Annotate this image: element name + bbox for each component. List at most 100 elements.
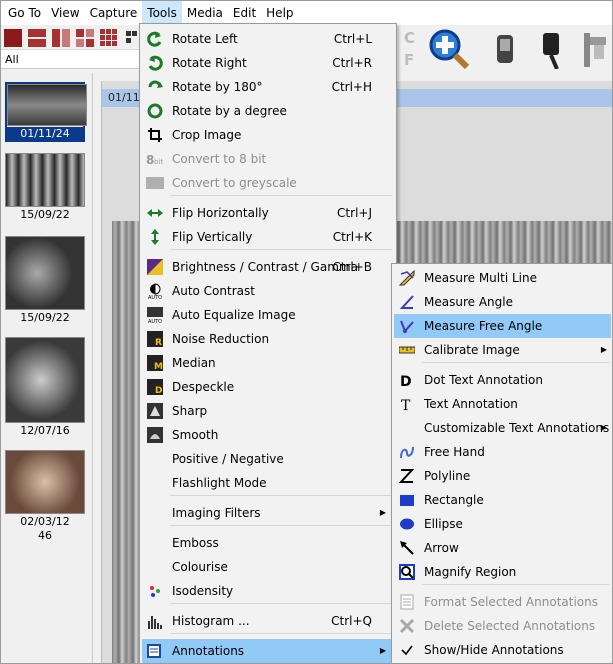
tools-menu-item-label: Flip Vertically xyxy=(172,230,253,244)
thumbnail-item[interactable]: 15/09/22 xyxy=(5,236,85,324)
svg-text:T: T xyxy=(401,398,411,412)
tools-menu-item[interactable]: Flip Horizontally Ctrl+J xyxy=(142,201,394,225)
menu-separator xyxy=(422,362,610,363)
tools-menu-item[interactable]: Convert to greyscale xyxy=(142,171,394,195)
annotations-menu-item[interactable]: D Dot Text Annotation xyxy=(394,368,611,392)
annotations-menu-item[interactable]: Measure Free Angle xyxy=(394,314,611,338)
annotations-menu-item[interactable]: Show/Hide Annotations xyxy=(394,638,611,662)
menu-media[interactable]: Media xyxy=(182,1,228,25)
tools-menu-item[interactable]: Rotate Right Ctrl+R xyxy=(142,51,394,75)
annotations-menu-item-label: Show/Hide Annotations xyxy=(424,643,564,657)
tools-menu-item-label: Auto Contrast xyxy=(172,284,255,298)
crop-icon xyxy=(146,126,164,144)
tools-menu-item[interactable]: Sharp xyxy=(142,399,394,423)
annotations-menu-item[interactable]: Delete Selected Annotations xyxy=(394,614,611,638)
menu-separator xyxy=(170,633,392,634)
dot-text-icon: D xyxy=(398,371,416,389)
menu-help[interactable]: Help xyxy=(261,1,298,25)
arrow-icon xyxy=(398,539,416,557)
tools-menu-item[interactable]: Flip Vertically Ctrl+K xyxy=(142,225,394,249)
tools-menu-item[interactable]: Rotate Left Ctrl+L xyxy=(142,27,394,51)
tools-menu-item[interactable]: AUTO Auto Contrast xyxy=(142,279,394,303)
tools-menu-item[interactable]: Positive / Negative xyxy=(142,447,394,471)
rotate-left-icon xyxy=(146,30,164,48)
thumbnail-item[interactable]: 15/09/22 xyxy=(5,153,85,221)
tools-menu-item-label: Rotate by 180° xyxy=(172,80,263,94)
tools-menu-item[interactable]: Rotate by a degree xyxy=(142,99,394,123)
svg-text:D: D xyxy=(400,374,412,388)
menu-separator xyxy=(170,495,392,496)
svg-text:bit: bit xyxy=(154,158,163,166)
tools-menu-item[interactable]: Flashlight Mode xyxy=(142,471,394,495)
layout-3x3-icon[interactable] xyxy=(100,29,118,47)
tools-menu-item-shortcut: Ctrl+J xyxy=(337,206,372,220)
layout-more-icon[interactable] xyxy=(126,29,140,47)
svg-text:AUTO: AUTO xyxy=(148,319,162,323)
menu-separator xyxy=(170,603,392,604)
tools-menu-item[interactable]: Histogram ... Ctrl+Q xyxy=(142,609,394,633)
layout-1x1-icon[interactable] xyxy=(4,29,22,47)
tools-menu-item[interactable]: Brightness / Contrast / Gamma Ctrl+B xyxy=(142,255,394,279)
annotations-menu-item[interactable]: Format Selected Annotations xyxy=(394,590,611,614)
thumbnail-item[interactable]: 12/07/16 xyxy=(5,337,85,437)
annotations-menu-item[interactable]: Calibrate Image ▶ xyxy=(394,338,611,362)
intraoral-sensor-icon[interactable] xyxy=(531,27,573,71)
annotations-menu-item[interactable]: Measure Angle xyxy=(394,290,611,314)
measure-multi-line-icon xyxy=(398,269,416,287)
tools-menu-item[interactable]: Smooth xyxy=(142,423,394,447)
tools-menu-item[interactable]: Isodensity xyxy=(142,579,394,603)
annotations-menu-item-label: Rectangle xyxy=(424,493,484,507)
annotations-menu-item[interactable]: Rectangle xyxy=(394,488,611,512)
tools-menu-item-label: Annotations xyxy=(172,644,245,658)
tools-menu-item[interactable]: Annotations ▶ xyxy=(142,639,394,663)
annotations-menu-item[interactable]: Polyline xyxy=(394,464,611,488)
tools-menu-item-label: Convert to 8 bit xyxy=(172,152,267,166)
annotations-menu-item-label: Measure Multi Line xyxy=(424,271,537,285)
median-icon: M xyxy=(146,354,164,372)
tools-menu-item[interactable]: Imaging Filters ▶ xyxy=(142,501,394,525)
layout-2x1-icon[interactable] xyxy=(28,29,46,47)
tools-menu-item[interactable]: Colourise xyxy=(142,555,394,579)
tools-menu-item[interactable]: M Median xyxy=(142,351,394,375)
menu-tools[interactable]: Tools xyxy=(142,1,182,25)
menu-edit[interactable]: Edit xyxy=(228,1,261,25)
filter-select[interactable]: All xyxy=(1,49,141,69)
tools-menu-item-shortcut: Ctrl+B xyxy=(332,260,372,274)
submenu-arrow-icon: ▶ xyxy=(600,345,607,354)
panoramic-device-icon[interactable] xyxy=(577,27,612,71)
tools-menu-item[interactable]: D Despeckle xyxy=(142,375,394,399)
annotations-menu-item[interactable]: Arrow xyxy=(394,536,611,560)
tools-menu-item[interactable]: AUTO Auto Equalize Image xyxy=(142,303,394,327)
annotations-menu-item[interactable]: Measure Multi Line xyxy=(394,266,611,290)
layout-2x2-icon[interactable] xyxy=(76,29,94,47)
annotations-menu-item[interactable]: Free Hand xyxy=(394,440,611,464)
free-hand-icon xyxy=(398,443,416,461)
menu-goto[interactable]: Go To xyxy=(3,1,46,25)
menu-capture[interactable]: Capture xyxy=(85,1,143,25)
tools-menu-item[interactable]: Rotate by 180° Ctrl+H xyxy=(142,75,394,99)
tools-menu-item[interactable]: R Noise Reduction xyxy=(142,327,394,351)
annotations-menu-item[interactable]: T Text Annotation xyxy=(394,392,611,416)
tools-menu-item[interactable]: Crop Image xyxy=(142,123,394,147)
flip-vertical-icon xyxy=(146,228,164,246)
annotations-menu-item-label: Format Selected Annotations xyxy=(424,595,598,609)
thumbnail-item[interactable]: 01/11/24 xyxy=(5,82,87,142)
annotations-menu-item-label: Customizable Text Annotations xyxy=(424,421,610,435)
magnify-plus-icon[interactable] xyxy=(427,27,469,71)
annotations-menu-item[interactable]: Ellipse xyxy=(394,512,611,536)
annotations-menu-item[interactable]: Magnify Region xyxy=(394,560,611,584)
thumbnail-item[interactable]: 02/03/12 46 xyxy=(5,450,85,542)
tools-menu-item-label: Brightness / Contrast / Gamma xyxy=(172,260,358,274)
annotations-menu-item-label: Magnify Region xyxy=(424,565,517,579)
annotations-menu-item[interactable]: Customizable Text Annotations ▶ xyxy=(394,416,611,440)
menu-separator xyxy=(422,584,610,585)
rotate-180-icon xyxy=(146,78,164,96)
layout-1x2-icon[interactable] xyxy=(52,29,70,47)
tools-menu-item[interactable]: Emboss xyxy=(142,531,394,555)
annotations-menu-item-label: Delete Selected Annotations xyxy=(424,619,596,633)
tools-menu-item-shortcut: Ctrl+L xyxy=(333,32,372,46)
sensor-device-icon[interactable] xyxy=(483,27,525,71)
bitewing-xray-thumbnail xyxy=(5,153,85,207)
menu-view[interactable]: View xyxy=(46,1,84,25)
tools-menu-item[interactable]: 8 bit Convert to 8 bit xyxy=(142,147,394,171)
